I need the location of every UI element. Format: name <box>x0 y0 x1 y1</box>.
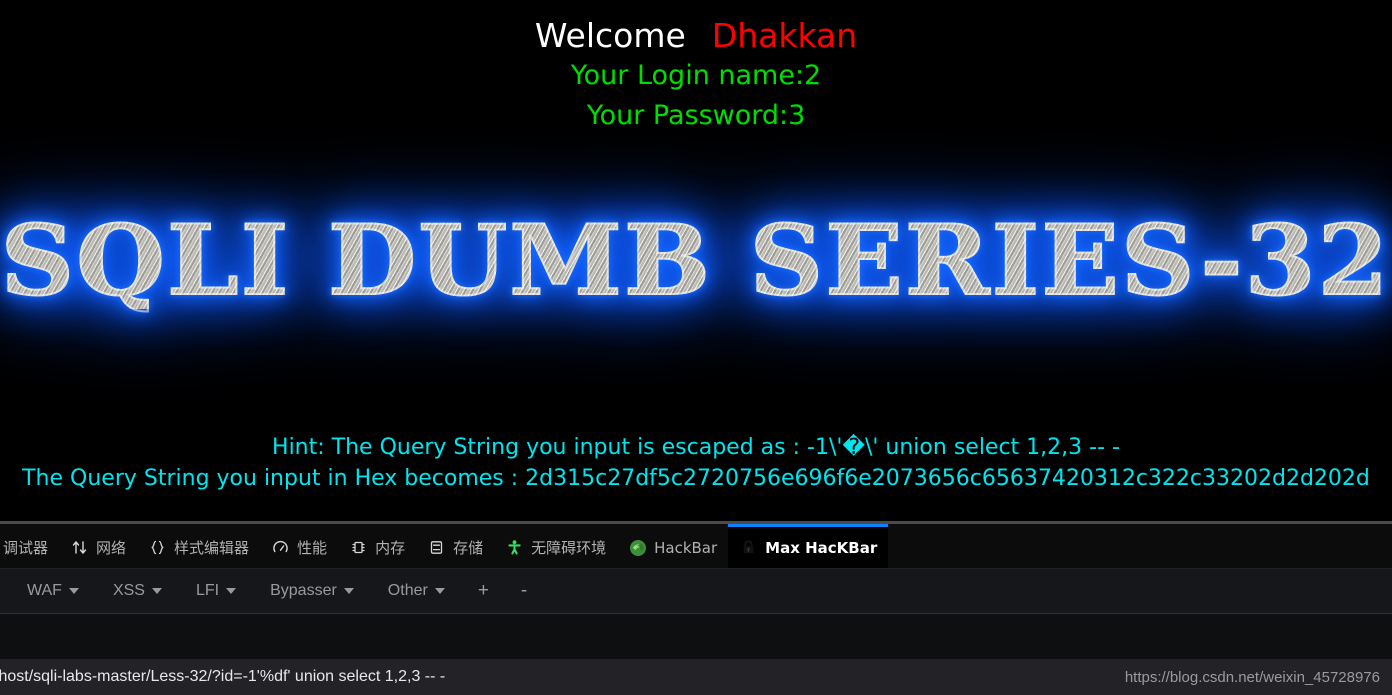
hackbar-menu-label: XSS <box>112 582 145 599</box>
hackbar-menu-label: Bypasser <box>270 582 337 599</box>
memory-icon <box>349 538 368 557</box>
braces-icon <box>148 538 167 557</box>
devtools-tab-hackbar[interactable]: HackBar <box>617 524 728 568</box>
devtools-tab-storage[interactable]: 存储 <box>416 524 494 568</box>
watermark-text: https://blog.csdn.net/weixin_45728976 <box>1124 668 1380 686</box>
hackbar-content-area <box>0 614 1392 659</box>
hackbar-add-button[interactable]: + <box>462 580 505 602</box>
devtools-tab-label: HackBar <box>654 538 718 557</box>
devtools-tab-label: 样式编辑器 <box>174 539 250 557</box>
devtools-tab-network[interactable]: 网络 <box>59 524 137 568</box>
hint-escaped-line: Hint: The Query String you input is esca… <box>272 435 1120 460</box>
hint-block: Hint: The Query String you input is esca… <box>0 432 1392 494</box>
devtools-tab-label: 性能 <box>297 539 328 557</box>
devtools-tab-debugger[interactable]: 调试器 <box>0 524 59 568</box>
gauge-icon <box>271 538 290 557</box>
chevron-down-icon <box>151 588 162 594</box>
devtools-tab-max-hackbar[interactable]: Max HacKBar <box>728 524 889 568</box>
storage-icon <box>427 538 446 557</box>
chevron-down-icon <box>343 588 354 594</box>
devtools-tab-label: 存储 <box>453 539 484 557</box>
devtools-tab-label: 调试器 <box>3 539 49 557</box>
devtools-tabbar: 调试器 网络 样式编辑器 性能 内存 存储 无障碍环境 HackBar Max … <box>0 524 1392 569</box>
welcome-username: Dhakkan <box>711 16 858 55</box>
sqli-banner-text: SQLI DUMB SERIES-32 <box>0 204 1391 317</box>
hackbar-menu-other[interactable]: Other <box>371 569 462 613</box>
devtools-tab-label: 网络 <box>96 539 127 557</box>
welcome-heading: Welcome Dhakkan <box>0 16 1392 56</box>
devtools-tab-accessibility[interactable]: 无障碍环境 <box>494 524 617 568</box>
devtools-tab-performance[interactable]: 性能 <box>260 524 338 568</box>
chevron-down-icon <box>226 588 237 594</box>
hackbar-menu-bypasser[interactable]: Bypasser <box>253 569 371 613</box>
accessibility-person-icon <box>505 538 524 557</box>
network-arrows-icon <box>70 538 89 557</box>
login-name-line: Your Login name:2 <box>570 60 822 91</box>
browser-window: Welcome Dhakkan Your Login name:2 Your Pa… <box>0 0 1392 695</box>
chevron-down-icon <box>68 588 79 594</box>
welcome-label: Welcome <box>534 16 686 55</box>
hint-hex-line: The Query String you input in Hex become… <box>22 466 1370 491</box>
page-content: Welcome Dhakkan Your Login name:2 Your Pa… <box>0 0 1392 521</box>
devtools-tab-label: 无障碍环境 <box>531 539 607 557</box>
chevron-down-icon <box>434 588 445 594</box>
devtools-tab-label: 内存 <box>375 539 406 557</box>
status-url-text: alhost/sqli-labs-master/Less-32/?id=-1'%… <box>0 668 446 685</box>
password-line: Your Password:3 <box>586 100 806 131</box>
lock-icon <box>739 538 758 557</box>
hackbar-menu-waf[interactable]: WAF <box>10 569 96 613</box>
hackbar-menu-lfi[interactable]: LFI <box>179 569 253 613</box>
devtools-tab-style-editor[interactable]: 样式编辑器 <box>137 524 260 568</box>
sqli-banner: SQLI DUMB SERIES-32 <box>0 186 1392 336</box>
hackbar-menu-label: LFI <box>195 582 220 599</box>
hackbar-menu-label: WAF <box>27 582 62 599</box>
hackbar-menubar: WAF XSS LFI Bypasser Other + - <box>0 569 1392 614</box>
hackbar-menu-label: Other <box>387 582 428 599</box>
firefox-circle-icon <box>628 538 647 557</box>
hackbar-remove-button[interactable]: - <box>505 580 543 602</box>
status-bar: alhost/sqli-labs-master/Less-32/?id=-1'%… <box>0 659 1392 695</box>
hackbar-menu-xss[interactable]: XSS <box>96 569 179 613</box>
devtools-tab-memory[interactable]: 内存 <box>338 524 416 568</box>
devtools-tab-label: Max HacKBar <box>765 538 878 557</box>
